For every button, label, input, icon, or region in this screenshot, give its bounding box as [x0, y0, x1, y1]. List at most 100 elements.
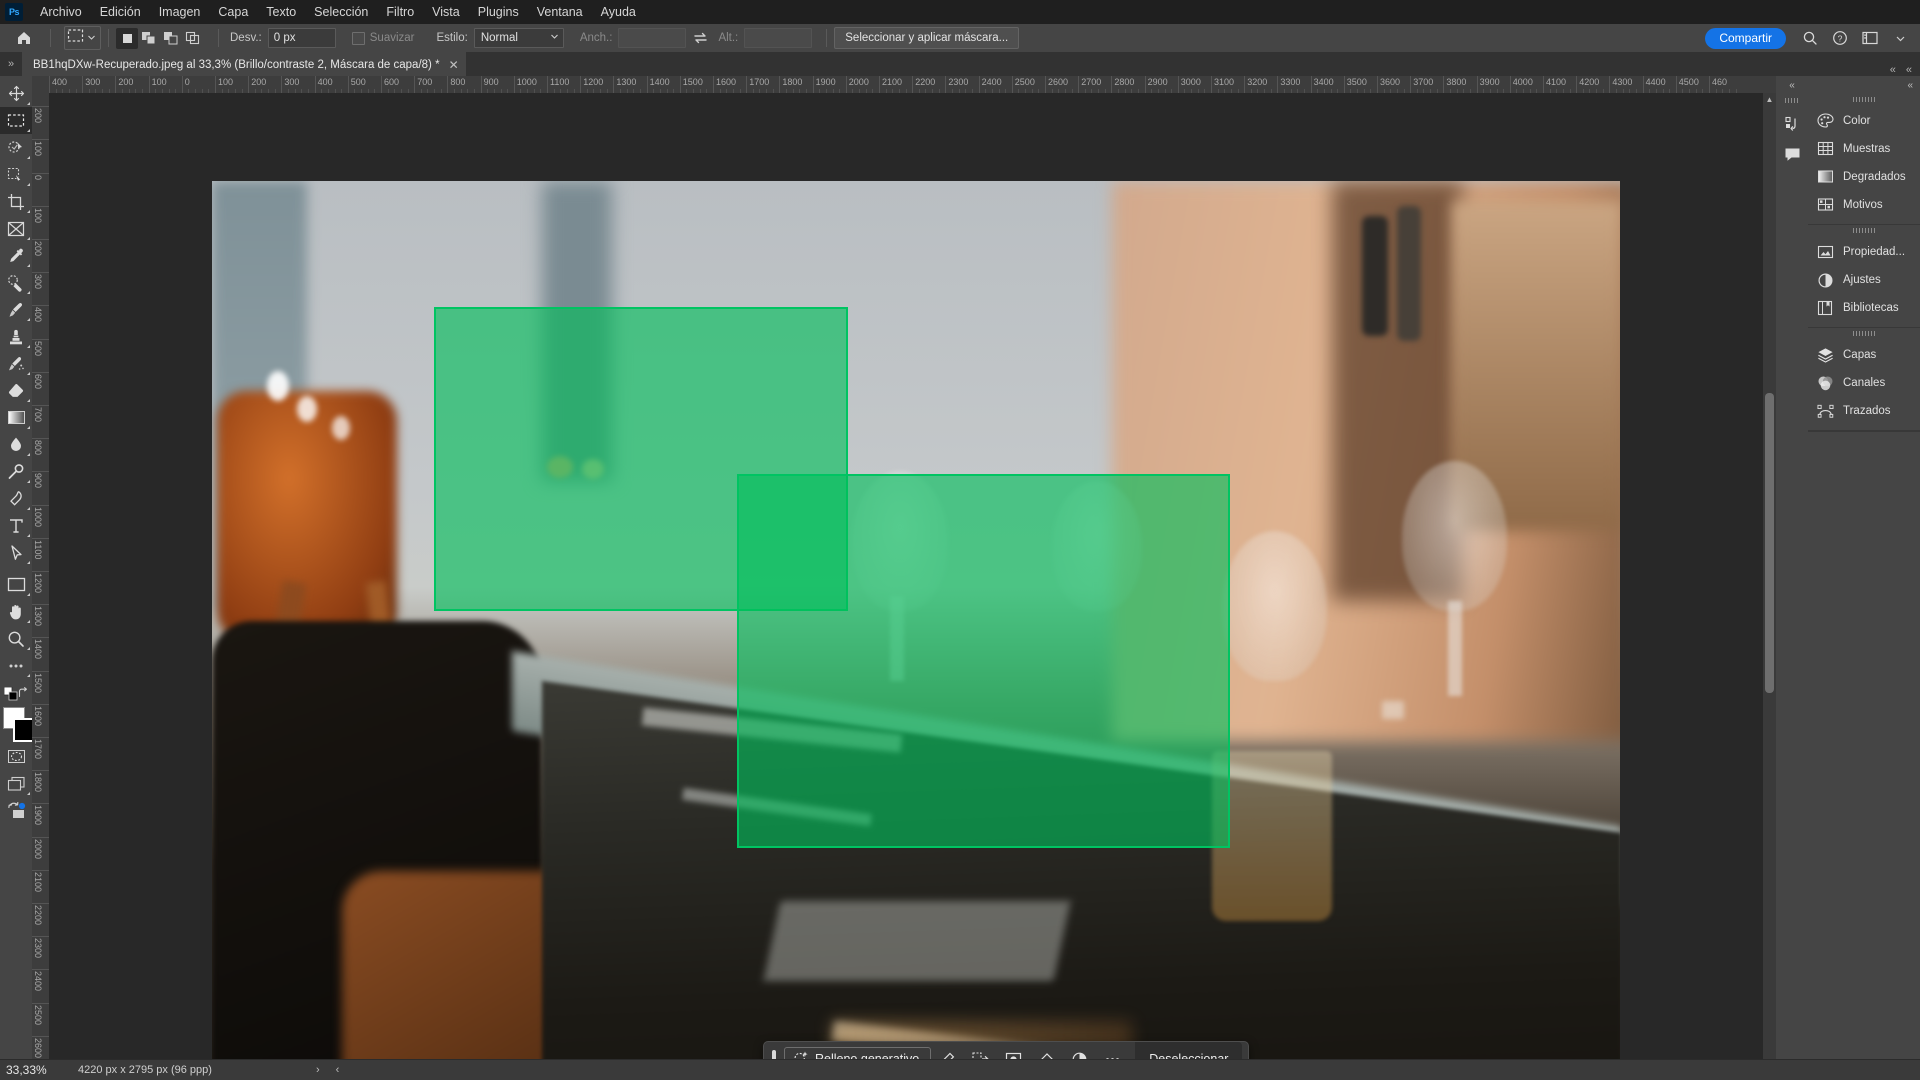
rectangular-marquee-tool[interactable] [0, 107, 32, 134]
home-icon[interactable] [10, 25, 38, 51]
rail-collapse-icon[interactable]: « [1776, 76, 1808, 94]
quick-selection-tool[interactable] [0, 161, 32, 188]
status-next-icon[interactable]: › [308, 1064, 328, 1076]
share-button[interactable]: Compartir [1705, 27, 1786, 49]
height-input[interactable] [744, 28, 813, 48]
zoom-level[interactable]: 33,33% [0, 1063, 78, 1077]
gradient-tool[interactable] [0, 404, 32, 431]
path-selection-tool[interactable] [0, 539, 32, 566]
menu-ventana[interactable]: Ventana [528, 2, 592, 22]
horizontal-ruler[interactable]: 400 300 200 100 0 100 200 300 400 500 600 700 800 900… [32, 76, 1776, 94]
swap-colors-icon[interactable] [17, 686, 29, 704]
menu-capa[interactable]: Capa [209, 2, 257, 22]
cloud-documents-icon[interactable] [0, 797, 32, 824]
blur-tool[interactable] [0, 431, 32, 458]
pen-tool[interactable] [0, 485, 32, 512]
comments-icon[interactable] [1776, 139, 1808, 169]
antialias-checkbox[interactable]: Suavizar [351, 31, 415, 45]
collapse-left-icon[interactable]: » [0, 52, 22, 76]
menu-vista[interactable]: Vista [423, 2, 469, 22]
quick-mask-icon[interactable] [0, 743, 32, 770]
panel-tab-trazados[interactable]: Trazados [1808, 397, 1920, 425]
brush-tool[interactable] [0, 296, 32, 323]
canvas-vertical-scrollbar[interactable]: ▲ ▼ [1763, 93, 1776, 1080]
menu-imagen[interactable]: Imagen [150, 2, 210, 22]
default-colors-icon[interactable] [3, 686, 18, 706]
menu-ayuda[interactable]: Ayuda [592, 2, 645, 22]
style-select[interactable]: Normal [473, 28, 564, 48]
status-prev-icon[interactable]: ‹ [328, 1064, 348, 1076]
panel-tab-canales[interactable]: Canales [1808, 369, 1920, 397]
collapse-panels-icon[interactable]: « [1890, 64, 1896, 76]
type-tool[interactable] [0, 512, 32, 539]
feather-input[interactable]: 0 px [267, 28, 336, 48]
dock-group-2-grip[interactable] [1853, 228, 1875, 233]
screen-mode-icon[interactable] [0, 770, 32, 797]
selection-mode-add[interactable] [138, 28, 160, 49]
ruler-label: 3800 [1446, 77, 1467, 87]
frame-tool[interactable] [0, 215, 32, 242]
document-tab-bar: » BB1hqDXw-Recuperado.jpeg al 33,3% (Bri… [0, 51, 1920, 76]
panel-tab-muestras[interactable]: Muestras [1808, 135, 1920, 163]
dock-collapse-icon[interactable]: « [1808, 76, 1920, 94]
chevron-down-icon[interactable] [87, 29, 96, 47]
history-icon[interactable] [1776, 109, 1808, 139]
workspace-icon[interactable] [1856, 25, 1884, 51]
crop-tool[interactable] [0, 188, 32, 215]
spot-healing-brush-tool[interactable] [0, 269, 32, 296]
panel-tab-capas[interactable]: Capas [1808, 341, 1920, 369]
scroll-up-icon[interactable]: ▲ [1763, 93, 1776, 106]
panel-tab-degradados[interactable]: Degradados [1808, 163, 1920, 191]
close-icon[interactable]: ✕ [449, 58, 459, 72]
edit-toolbar-tool[interactable] [0, 652, 32, 679]
swap-arrows-icon[interactable] [686, 25, 714, 51]
document-dimensions: 4220 px x 2795 px (96 ppp) [78, 1064, 212, 1076]
eyedropper-tool[interactable] [0, 242, 32, 269]
menu-edicion[interactable]: Edición [91, 2, 150, 22]
panel-tab-propiedades[interactable]: Propiedad... [1808, 238, 1920, 266]
move-tool[interactable] [0, 80, 32, 107]
object-selection-tool[interactable] [0, 134, 32, 161]
select-and-mask-button[interactable]: Seleccionar y aplicar máscara... [834, 27, 1020, 49]
selection-rect-2[interactable] [737, 474, 1230, 848]
document-canvas[interactable] [212, 181, 1620, 1080]
ruler-label: 600 [384, 77, 400, 87]
menu-filtro[interactable]: Filtro [377, 2, 423, 22]
document-tab[interactable]: BB1hqDXw-Recuperado.jpeg al 33,3% (Brill… [22, 51, 466, 76]
rail-drag-grip[interactable] [1785, 98, 1799, 103]
search-icon[interactable] [1796, 25, 1824, 51]
dock-group-1-grip[interactable] [1853, 97, 1875, 102]
eraser-tool[interactable] [0, 377, 32, 404]
canvas-viewport[interactable]: Relleno generativo [49, 93, 1776, 1080]
ruler-label: 2600 [1048, 77, 1069, 87]
collapse-dock-icon[interactable]: « [1906, 64, 1912, 76]
menu-texto[interactable]: Texto [257, 2, 305, 22]
selection-mode-intersect[interactable] [182, 28, 204, 49]
hand-tool[interactable] [0, 598, 32, 625]
width-input[interactable] [618, 28, 687, 48]
panel-tab-color-label: Color [1843, 115, 1871, 127]
panel-tab-bibliotecas[interactable]: Bibliotecas [1808, 294, 1920, 322]
chevron-down-icon[interactable] [1886, 25, 1914, 51]
active-tool-picker[interactable] [64, 26, 101, 50]
dodge-tool[interactable] [0, 458, 32, 485]
ruler-label: 2400 [981, 77, 1002, 87]
selection-mode-subtract[interactable] [160, 28, 182, 49]
vertical-ruler[interactable]: 200 100 0 100 200 300 400 500 600 700 800 900 1000 11… [32, 93, 50, 1080]
zoom-tool[interactable] [0, 625, 32, 652]
panel-tab-color[interactable]: Color [1808, 107, 1920, 135]
menu-archivo[interactable]: Archivo [31, 2, 91, 22]
dock-group-3-grip[interactable] [1853, 331, 1875, 336]
menu-plugins[interactable]: Plugins [469, 2, 528, 22]
clone-stamp-tool[interactable] [0, 323, 32, 350]
ruler-label-v: 1300 [33, 606, 43, 627]
ruler-label: 400 [52, 77, 68, 87]
selection-mode-new[interactable] [116, 27, 138, 49]
panel-tab-motivos[interactable]: Motivos [1808, 191, 1920, 219]
history-brush-tool[interactable] [0, 350, 32, 377]
shape-tool[interactable] [0, 571, 32, 598]
vertical-scroll-thumb[interactable] [1765, 393, 1774, 693]
help-icon[interactable]: ? [1826, 25, 1854, 51]
panel-tab-ajustes[interactable]: Ajustes [1808, 266, 1920, 294]
menu-seleccion[interactable]: Selección [305, 2, 377, 22]
